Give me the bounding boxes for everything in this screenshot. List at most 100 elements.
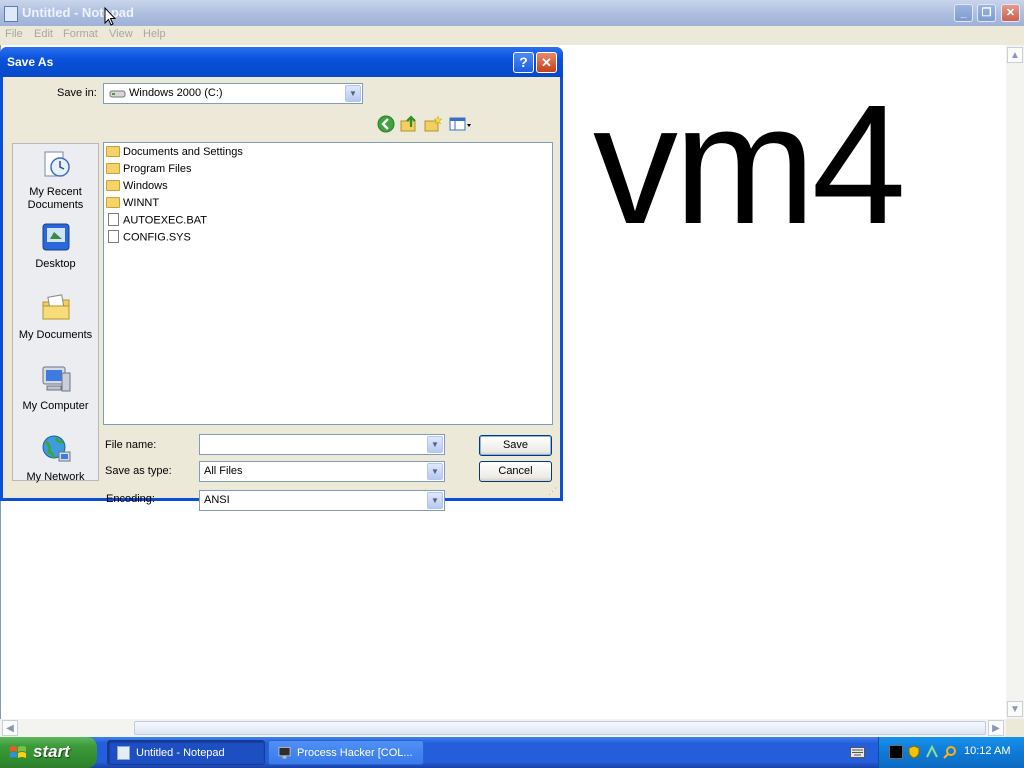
search-icon[interactable] [943,745,957,759]
save-as-type-value: All Files [204,465,243,477]
menu-file[interactable]: File [5,28,23,40]
scroll-corner [1006,719,1024,737]
file-name: Documents and Settings [123,146,243,159]
scroll-right-arrow-icon[interactable]: ▶ [988,720,1004,736]
new-folder-icon[interactable] [424,115,442,133]
list-item-folder[interactable]: Program Files [106,162,191,179]
scroll-up-arrow-icon[interactable]: ▲ [1007,47,1023,63]
dialog-title: Save As [7,55,54,69]
save-in-value: Windows 2000 (C:) [129,87,223,99]
place-my-documents[interactable]: My Documents [13,292,98,342]
console-icon[interactable] [889,745,903,759]
list-item-folder[interactable]: Documents and Settings [106,145,243,162]
save-in-label: Save in: [57,87,97,99]
taskbar-item-notepad[interactable]: Untitled - Notepad [107,740,265,765]
start-label: start [33,742,70,761]
windows-logo-icon [10,746,26,758]
chevron-down-icon[interactable]: ▼ [345,85,361,102]
menu-edit[interactable]: Edit [34,28,53,40]
file-name: WINNT [123,197,160,210]
encoding-dropdown[interactable]: ANSI ▼ [199,490,445,511]
batch-file-icon [108,213,119,226]
encoding-label: Encoding: [106,493,155,505]
chevron-down-icon[interactable]: ▼ [427,436,443,453]
list-item-folder[interactable]: WINNT [106,196,160,213]
place-desktop[interactable]: Desktop [13,221,98,271]
save-as-dialog: Save As ? ✕ Save in: Windows 2000 (C:) ▼ [0,47,563,511]
horizontal-scrollbar[interactable]: ◀ ▶ [0,719,1006,737]
menu-format[interactable]: Format [63,28,98,40]
file-name-label: File name: [105,439,157,451]
save-in-dropdown[interactable]: Windows 2000 (C:) ▼ [103,83,363,104]
folder-icon [106,162,120,174]
my-network-icon [42,435,70,462]
notepad-titlebar[interactable]: Untitled - Notepad _ ❐ ✕ [0,0,1024,26]
place-label: My Computer [22,400,89,412]
list-item-file[interactable]: AUTOEXEC.BAT [106,213,207,230]
places-bar: My Recent Documents Desktop My Documents [12,143,99,484]
notepad-icon [117,746,130,760]
close-button[interactable]: ✕ [1001,4,1020,22]
menu-view[interactable]: View [109,28,133,40]
my-documents-icon [42,294,69,320]
cancel-button[interactable]: Cancel [479,461,552,482]
taskbar-item-process-hacker[interactable]: Process Hacker [COL... [268,740,424,765]
folder-icon [106,179,120,191]
list-item-file[interactable]: CONFIG.SYS [106,230,191,247]
file-name-input[interactable]: ▼ [199,434,445,455]
dialog-titlebar[interactable]: Save As ? ✕ [0,47,563,77]
vertical-scrollbar[interactable]: ▲ ▼ [1006,45,1024,719]
taskbar-item-label: Process Hacker [COL... [297,747,413,759]
notepad-app-icon [4,6,18,22]
dialog-body: Save in: Windows 2000 (C:) ▼ My Recent D… [3,77,560,511]
list-item-folder[interactable]: Windows [106,179,168,196]
save-as-type-dropdown[interactable]: All Files ▼ [199,461,445,482]
clock[interactable]: 10:12 AM [964,745,1010,757]
dialog-close-button[interactable]: ✕ [536,52,557,73]
place-recent-documents[interactable]: My Recent Documents [13,149,98,212]
help-button[interactable]: ? [513,52,534,73]
taskbar-item-label: Untitled - Notepad [136,747,225,759]
back-icon[interactable] [377,115,395,133]
mouse-cursor-icon [104,7,116,26]
place-my-computer[interactable]: My Computer [13,363,98,413]
folder-icon [106,196,120,208]
file-name: AUTOEXEC.BAT [123,214,207,227]
document-text: vm4 [593,70,906,260]
place-label: My Documents [18,329,93,341]
security-shield-icon[interactable] [907,745,921,759]
network-icon[interactable] [925,745,939,759]
place-label: My Recent Documents [27,186,84,211]
restore-button[interactable]: ❐ [977,4,996,22]
scroll-down-arrow-icon[interactable]: ▼ [1007,701,1023,717]
process-hacker-icon [278,746,291,759]
views-menu-icon[interactable] [449,115,473,133]
window-title: Untitled - Notepad [22,5,134,20]
recent-documents-icon [44,151,70,177]
keyboard-icon[interactable] [850,747,865,758]
drive-icon [109,90,126,98]
menu-bar: File Edit Format View Help [0,26,1024,45]
save-as-type-label: Save as type: [105,465,172,477]
chevron-down-icon[interactable]: ▼ [427,463,443,480]
menu-help[interactable]: Help [143,28,166,40]
place-my-network[interactable]: My Network [13,434,98,484]
folder-icon [106,145,120,157]
resize-grip-icon[interactable]: ⋰ [548,486,558,496]
file-name: Windows [123,180,168,193]
place-label: My Network [26,471,85,483]
minimize-button[interactable]: _ [954,4,973,22]
start-button[interactable]: start [0,737,97,768]
encoding-value: ANSI [204,494,230,506]
file-name: CONFIG.SYS [123,231,191,244]
scroll-left-arrow-icon[interactable]: ◀ [2,720,18,736]
my-computer-icon [42,366,70,392]
horizontal-scroll-thumb[interactable] [134,721,986,735]
file-list[interactable]: Documents and Settings Program Files Win… [103,142,553,425]
desktop-icon [42,223,69,251]
taskbar: start Untitled - Notepad Process Hacker … [0,737,1024,768]
up-folder-icon[interactable] [400,115,418,133]
save-button[interactable]: Save [479,435,552,456]
chevron-down-icon[interactable]: ▼ [427,492,443,509]
system-tray: 10:12 AM [878,737,1024,768]
